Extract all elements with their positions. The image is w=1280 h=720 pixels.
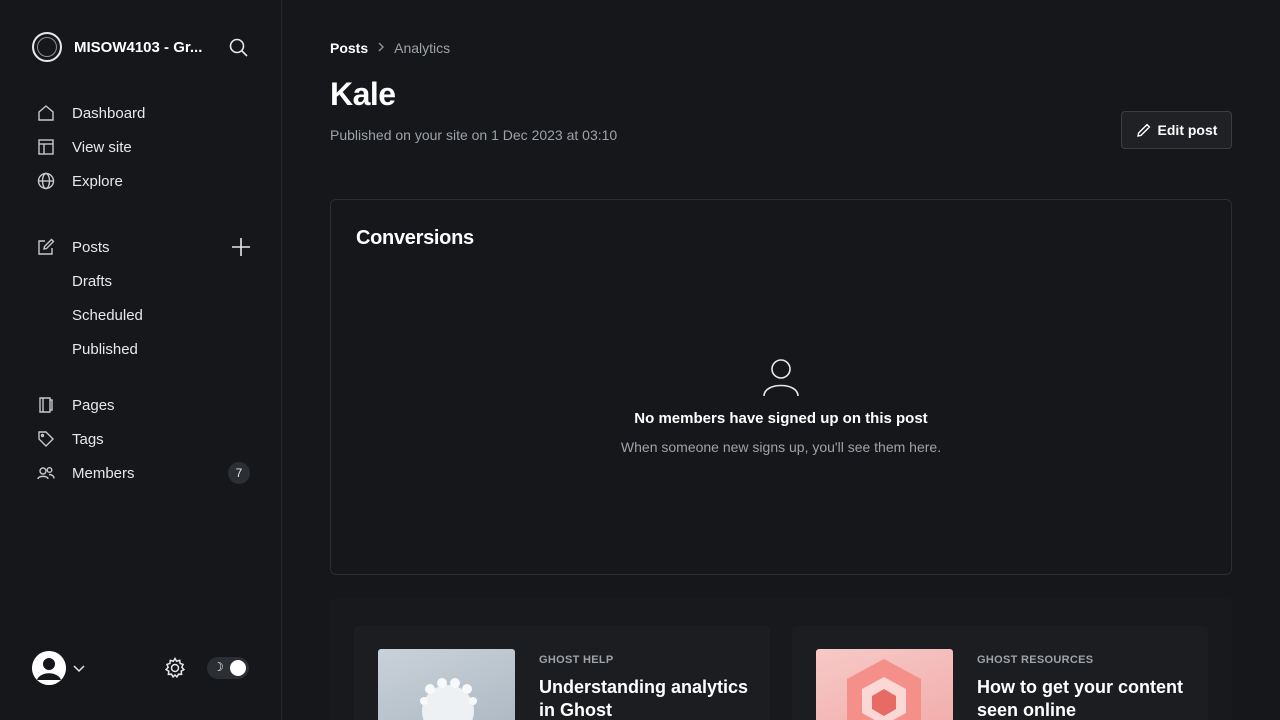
help-thumbnail-image <box>378 649 515 720</box>
nav-tags[interactable]: Tags <box>36 427 256 451</box>
nav-members[interactable]: Members <box>36 461 256 485</box>
member-icon <box>761 356 801 398</box>
nav-drafts[interactable]: Drafts <box>72 269 292 293</box>
help-tag: GHOST HELP <box>539 654 614 666</box>
new-post-plus-icon[interactable] <box>230 236 252 258</box>
pencil-icon <box>1136 123 1150 137</box>
breadcrumb-current: Analytics <box>394 40 451 56</box>
avatar <box>32 651 66 685</box>
layout-icon <box>36 137 56 157</box>
sidebar: MISOW4103 - Gr... Dashboard View site Ex… <box>0 0 282 720</box>
tag-icon <box>36 429 56 449</box>
nav-posts[interactable]: Posts <box>36 235 256 259</box>
globe-icon <box>36 171 56 191</box>
nav-pages-label: Pages <box>72 396 115 414</box>
dark-mode-toggle[interactable]: ☽ <box>207 657 249 679</box>
nav-dashboard[interactable]: Dashboard <box>36 101 256 125</box>
chevron-down-icon <box>72 661 86 675</box>
moon-icon: ☽ <box>213 660 224 674</box>
main-content: Posts Analytics Kale Published on your s… <box>282 0 1280 720</box>
conversions-card: Conversions No members have signed up on… <box>330 199 1232 575</box>
nav-explore-label: Explore <box>72 172 123 190</box>
site-name: MISOW4103 - Gr... <box>74 38 203 56</box>
help-tag: GHOST RESOURCES <box>977 654 1094 666</box>
help-thumbnail-image <box>816 649 953 720</box>
empty-state-title: No members have signed up on this post <box>634 410 928 427</box>
help-card-content[interactable]: GHOST RESOURCES How to get your content … <box>792 626 1208 720</box>
nav-posts-label: Posts <box>72 238 110 256</box>
user-menu[interactable] <box>32 651 86 685</box>
nav-published-label: Published <box>72 340 138 358</box>
nav-scheduled-label: Scheduled <box>72 306 143 324</box>
edit-post-button[interactable]: Edit post <box>1121 111 1232 149</box>
conversions-title: Conversions <box>356 227 474 249</box>
nav-view-site[interactable]: View site <box>36 135 256 159</box>
empty-state-subtitle: When someone new signs up, you'll see th… <box>620 439 942 455</box>
nav-members-label: Members <box>72 464 135 482</box>
edit-icon <box>36 237 56 257</box>
nav-scheduled[interactable]: Scheduled <box>72 303 292 327</box>
nav-explore[interactable]: Explore <box>36 169 256 193</box>
help-card-analytics[interactable]: GHOST HELP Understanding analytics in Gh… <box>354 626 770 720</box>
nav-view-site-label: View site <box>72 138 132 156</box>
members-count-badge: 7 <box>228 462 250 484</box>
page-title: Kale <box>330 76 396 112</box>
breadcrumb: Posts Analytics <box>330 40 450 56</box>
published-meta: Published on your site on 1 Dec 2023 at … <box>330 127 618 143</box>
breadcrumb-posts-link[interactable]: Posts <box>330 40 368 56</box>
nav-drafts-label: Drafts <box>72 272 113 290</box>
site-brand[interactable]: MISOW4103 - Gr... <box>32 32 202 62</box>
nav-pages[interactable]: Pages <box>36 393 256 417</box>
chevron-right-icon <box>376 41 386 55</box>
help-title: Understanding analytics in Ghost <box>539 677 749 720</box>
site-logo <box>32 32 62 62</box>
members-icon <box>36 463 56 483</box>
search-icon[interactable] <box>228 37 250 59</box>
nav-published[interactable]: Published <box>72 337 292 361</box>
nav-dashboard-label: Dashboard <box>72 104 146 122</box>
help-resources: GHOST HELP Understanding analytics in Gh… <box>330 598 1232 720</box>
settings-gear-icon[interactable] <box>163 656 187 680</box>
page-icon <box>36 395 56 415</box>
home-icon <box>36 103 56 123</box>
nav-tags-label: Tags <box>72 430 104 448</box>
help-title: How to get your content seen online <box>977 677 1183 720</box>
edit-post-label: Edit post <box>1157 122 1218 138</box>
toggle-knob <box>230 660 246 676</box>
